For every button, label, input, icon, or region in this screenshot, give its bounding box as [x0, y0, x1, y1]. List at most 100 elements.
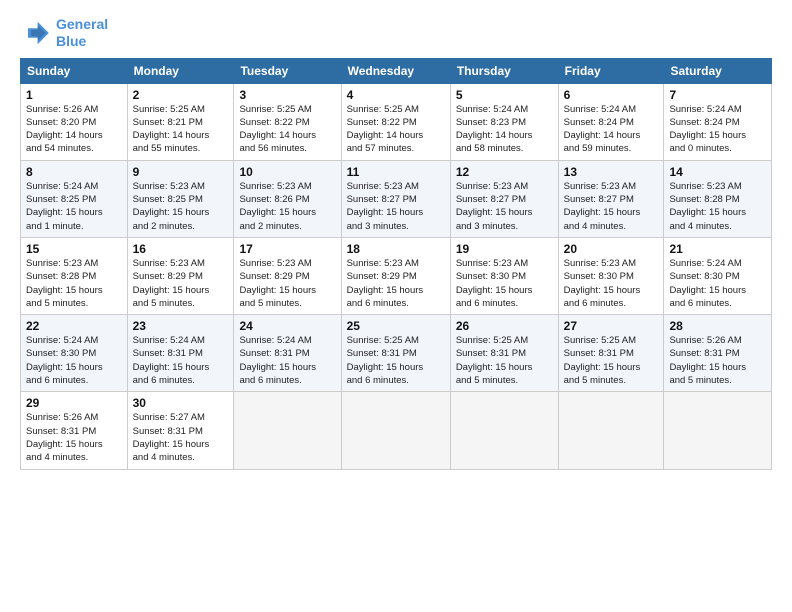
day-info: Sunrise: 5:23 AM Sunset: 8:30 PM Dayligh…	[564, 257, 659, 310]
day-info: Sunrise: 5:25 AM Sunset: 8:31 PM Dayligh…	[564, 334, 659, 387]
day-number: 21	[669, 242, 766, 256]
day-info: Sunrise: 5:26 AM Sunset: 8:20 PM Dayligh…	[26, 103, 122, 156]
day-info: Sunrise: 5:23 AM Sunset: 8:26 PM Dayligh…	[239, 180, 335, 233]
calendar-cell: 22Sunrise: 5:24 AM Sunset: 8:30 PM Dayli…	[21, 315, 128, 392]
calendar-cell	[450, 392, 558, 469]
day-info: Sunrise: 5:26 AM Sunset: 8:31 PM Dayligh…	[26, 411, 122, 464]
weekday-cell: Monday	[127, 58, 234, 83]
calendar-cell: 7Sunrise: 5:24 AM Sunset: 8:24 PM Daylig…	[664, 83, 772, 160]
day-number: 3	[239, 88, 335, 102]
day-info: Sunrise: 5:23 AM Sunset: 8:28 PM Dayligh…	[26, 257, 122, 310]
logo: General Blue	[20, 16, 108, 50]
calendar-cell: 16Sunrise: 5:23 AM Sunset: 8:29 PM Dayli…	[127, 237, 234, 314]
day-info: Sunrise: 5:25 AM Sunset: 8:21 PM Dayligh…	[133, 103, 229, 156]
day-info: Sunrise: 5:23 AM Sunset: 8:29 PM Dayligh…	[347, 257, 445, 310]
logo-text: General Blue	[56, 16, 108, 50]
calendar-cell: 4Sunrise: 5:25 AM Sunset: 8:22 PM Daylig…	[341, 83, 450, 160]
day-info: Sunrise: 5:24 AM Sunset: 8:24 PM Dayligh…	[564, 103, 659, 156]
calendar-week: 15Sunrise: 5:23 AM Sunset: 8:28 PM Dayli…	[21, 237, 772, 314]
calendar-cell	[664, 392, 772, 469]
day-info: Sunrise: 5:23 AM Sunset: 8:27 PM Dayligh…	[347, 180, 445, 233]
calendar-body: 1Sunrise: 5:26 AM Sunset: 8:20 PM Daylig…	[21, 83, 772, 469]
day-number: 19	[456, 242, 553, 256]
day-number: 13	[564, 165, 659, 179]
day-info: Sunrise: 5:25 AM Sunset: 8:22 PM Dayligh…	[347, 103, 445, 156]
calendar-cell: 11Sunrise: 5:23 AM Sunset: 8:27 PM Dayli…	[341, 160, 450, 237]
day-number: 28	[669, 319, 766, 333]
day-info: Sunrise: 5:24 AM Sunset: 8:31 PM Dayligh…	[239, 334, 335, 387]
day-info: Sunrise: 5:23 AM Sunset: 8:30 PM Dayligh…	[456, 257, 553, 310]
calendar-cell: 13Sunrise: 5:23 AM Sunset: 8:27 PM Dayli…	[558, 160, 664, 237]
day-info: Sunrise: 5:24 AM Sunset: 8:24 PM Dayligh…	[669, 103, 766, 156]
day-info: Sunrise: 5:27 AM Sunset: 8:31 PM Dayligh…	[133, 411, 229, 464]
calendar-week: 8Sunrise: 5:24 AM Sunset: 8:25 PM Daylig…	[21, 160, 772, 237]
calendar-cell: 9Sunrise: 5:23 AM Sunset: 8:25 PM Daylig…	[127, 160, 234, 237]
weekday-cell: Wednesday	[341, 58, 450, 83]
calendar-cell: 21Sunrise: 5:24 AM Sunset: 8:30 PM Dayli…	[664, 237, 772, 314]
day-number: 10	[239, 165, 335, 179]
day-info: Sunrise: 5:26 AM Sunset: 8:31 PM Dayligh…	[669, 334, 766, 387]
day-info: Sunrise: 5:23 AM Sunset: 8:28 PM Dayligh…	[669, 180, 766, 233]
weekday-cell: Sunday	[21, 58, 128, 83]
day-info: Sunrise: 5:23 AM Sunset: 8:27 PM Dayligh…	[456, 180, 553, 233]
calendar-cell: 3Sunrise: 5:25 AM Sunset: 8:22 PM Daylig…	[234, 83, 341, 160]
day-info: Sunrise: 5:24 AM Sunset: 8:23 PM Dayligh…	[456, 103, 553, 156]
calendar-cell: 6Sunrise: 5:24 AM Sunset: 8:24 PM Daylig…	[558, 83, 664, 160]
day-number: 7	[669, 88, 766, 102]
day-info: Sunrise: 5:24 AM Sunset: 8:25 PM Dayligh…	[26, 180, 122, 233]
day-number: 9	[133, 165, 229, 179]
header: General Blue	[20, 16, 772, 50]
calendar-cell: 30Sunrise: 5:27 AM Sunset: 8:31 PM Dayli…	[127, 392, 234, 469]
day-number: 18	[347, 242, 445, 256]
day-info: Sunrise: 5:23 AM Sunset: 8:29 PM Dayligh…	[239, 257, 335, 310]
calendar-week: 29Sunrise: 5:26 AM Sunset: 8:31 PM Dayli…	[21, 392, 772, 469]
weekday-cell: Thursday	[450, 58, 558, 83]
day-number: 5	[456, 88, 553, 102]
calendar-week: 22Sunrise: 5:24 AM Sunset: 8:30 PM Dayli…	[21, 315, 772, 392]
day-number: 20	[564, 242, 659, 256]
weekday-cell: Tuesday	[234, 58, 341, 83]
calendar-cell: 18Sunrise: 5:23 AM Sunset: 8:29 PM Dayli…	[341, 237, 450, 314]
calendar-cell: 23Sunrise: 5:24 AM Sunset: 8:31 PM Dayli…	[127, 315, 234, 392]
day-info: Sunrise: 5:25 AM Sunset: 8:31 PM Dayligh…	[456, 334, 553, 387]
day-info: Sunrise: 5:24 AM Sunset: 8:30 PM Dayligh…	[26, 334, 122, 387]
day-info: Sunrise: 5:25 AM Sunset: 8:31 PM Dayligh…	[347, 334, 445, 387]
calendar-cell: 12Sunrise: 5:23 AM Sunset: 8:27 PM Dayli…	[450, 160, 558, 237]
day-info: Sunrise: 5:23 AM Sunset: 8:29 PM Dayligh…	[133, 257, 229, 310]
day-number: 16	[133, 242, 229, 256]
calendar-cell	[558, 392, 664, 469]
day-info: Sunrise: 5:24 AM Sunset: 8:31 PM Dayligh…	[133, 334, 229, 387]
day-info: Sunrise: 5:23 AM Sunset: 8:25 PM Dayligh…	[133, 180, 229, 233]
calendar-cell: 15Sunrise: 5:23 AM Sunset: 8:28 PM Dayli…	[21, 237, 128, 314]
day-number: 12	[456, 165, 553, 179]
day-number: 11	[347, 165, 445, 179]
calendar-cell: 20Sunrise: 5:23 AM Sunset: 8:30 PM Dayli…	[558, 237, 664, 314]
day-number: 8	[26, 165, 122, 179]
day-number: 26	[456, 319, 553, 333]
day-number: 1	[26, 88, 122, 102]
calendar-cell: 26Sunrise: 5:25 AM Sunset: 8:31 PM Dayli…	[450, 315, 558, 392]
calendar-cell	[234, 392, 341, 469]
calendar-cell: 28Sunrise: 5:26 AM Sunset: 8:31 PM Dayli…	[664, 315, 772, 392]
day-number: 30	[133, 396, 229, 410]
calendar-cell: 5Sunrise: 5:24 AM Sunset: 8:23 PM Daylig…	[450, 83, 558, 160]
calendar-table: SundayMondayTuesdayWednesdayThursdayFrid…	[20, 58, 772, 470]
day-number: 4	[347, 88, 445, 102]
calendar-week: 1Sunrise: 5:26 AM Sunset: 8:20 PM Daylig…	[21, 83, 772, 160]
calendar-cell: 24Sunrise: 5:24 AM Sunset: 8:31 PM Dayli…	[234, 315, 341, 392]
day-number: 27	[564, 319, 659, 333]
day-number: 6	[564, 88, 659, 102]
calendar-cell: 2Sunrise: 5:25 AM Sunset: 8:21 PM Daylig…	[127, 83, 234, 160]
day-number: 2	[133, 88, 229, 102]
weekday-cell: Friday	[558, 58, 664, 83]
calendar-cell: 8Sunrise: 5:24 AM Sunset: 8:25 PM Daylig…	[21, 160, 128, 237]
calendar-cell: 27Sunrise: 5:25 AM Sunset: 8:31 PM Dayli…	[558, 315, 664, 392]
weekday-header: SundayMondayTuesdayWednesdayThursdayFrid…	[21, 58, 772, 83]
calendar-cell: 1Sunrise: 5:26 AM Sunset: 8:20 PM Daylig…	[21, 83, 128, 160]
day-number: 22	[26, 319, 122, 333]
day-number: 24	[239, 319, 335, 333]
day-number: 25	[347, 319, 445, 333]
calendar-cell	[341, 392, 450, 469]
day-info: Sunrise: 5:25 AM Sunset: 8:22 PM Dayligh…	[239, 103, 335, 156]
day-number: 14	[669, 165, 766, 179]
